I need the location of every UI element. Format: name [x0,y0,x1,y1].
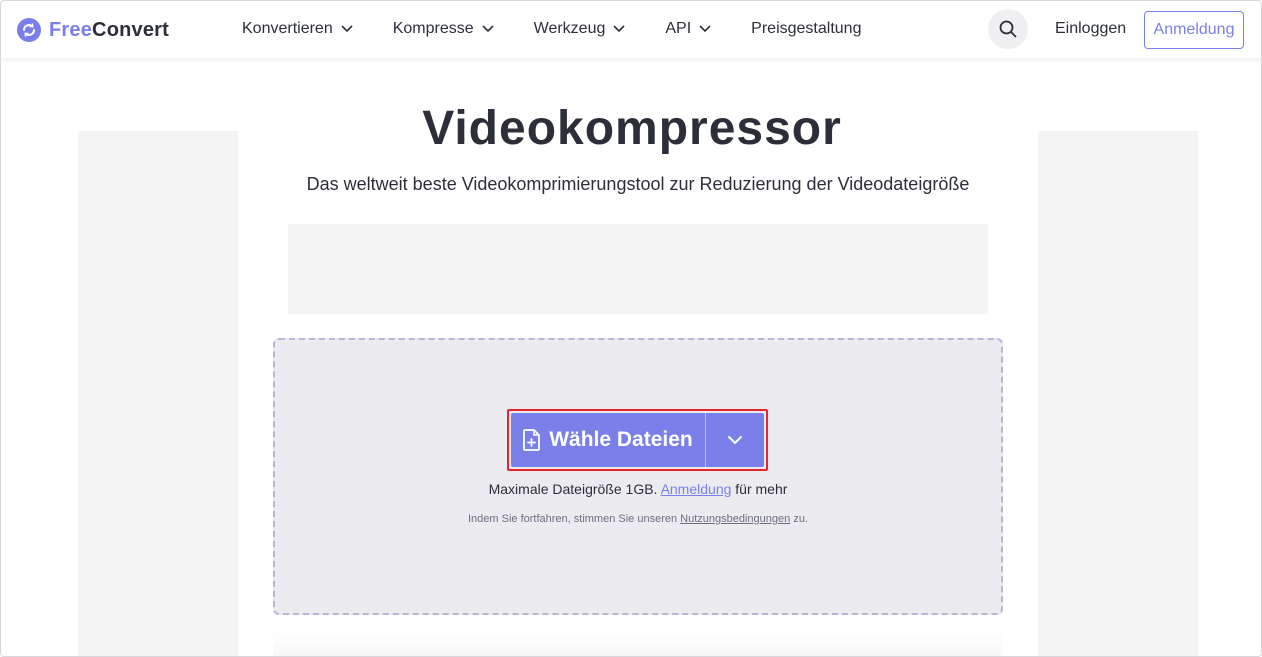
file-dropzone[interactable] [273,338,1003,615]
left-ad-area [78,131,238,656]
nav-item-label: API [665,20,692,37]
terms-link[interactable]: Nutzungsbedingungen [680,513,790,525]
nav-item-preisgestaltung[interactable]: Preisgestaltung [751,19,861,39]
nav-item-label: Kompresse [392,20,474,37]
chevron-down-icon [699,25,711,33]
nav-item-kompresse[interactable]: Kompresse [393,19,494,39]
signup-button[interactable]: Anmeldung [1144,11,1244,49]
choose-files-highlight: Wähle Dateien [507,409,768,471]
nav-item-label: Werkzeug [533,20,606,37]
nav-item-konvertieren[interactable]: Konvertieren [242,19,353,39]
choose-files-label: Wähle Dateien [549,428,693,451]
terms-note: Indem Sie fortfahren, stimmen Sie unsere… [1,513,1261,525]
nav-item-label: Preisgestaltung [751,20,862,37]
chevron-down-icon [613,25,625,33]
right-ad-area [1038,131,1198,656]
main-nav: Konvertieren Kompresse Werkzeug API Prei… [242,19,901,39]
terms-suffix: zu. [793,513,808,525]
search-icon [999,20,1017,38]
page-subtitle: Das weltweit beste Videokomprimierungsto… [306,174,970,194]
max-file-size-note: Maximale Dateigröße 1GB. Anmeldung für m… [1,481,1261,497]
max-size-text: Maximale Dateigröße 1GB. [488,481,658,497]
top-navigation-bar: FreeConvert Konvertieren Kompresse Werkz… [1,1,1261,58]
nav-item-label: Konvertieren [242,20,333,37]
upload-source-dropdown[interactable] [706,413,764,467]
ad-banner-placeholder [288,224,988,314]
terms-text: Indem Sie fortfahren, stimmen Sie unsere… [467,513,678,525]
choose-files-button[interactable]: Wähle Dateien [511,413,705,467]
page-title: Videokompressor [422,102,842,155]
logo-wordmark: FreeConvert [49,18,170,41]
next-section-edge [273,631,1003,656]
chevron-down-icon [728,436,742,445]
browser-viewport: FreeConvert Konvertieren Kompresse Werkz… [0,0,1262,657]
chevron-down-icon [482,25,494,33]
login-link[interactable]: Einloggen [1055,20,1126,38]
chevron-down-icon [341,25,353,33]
nav-item-werkzeug[interactable]: Werkzeug [534,19,626,39]
max-size-suffix: für mehr [735,481,788,497]
search-button[interactable] [988,9,1028,49]
add-file-icon [523,429,541,451]
signup-link[interactable]: Anmeldung [661,481,732,497]
logo-refresh-icon [17,18,41,42]
nav-item-api[interactable]: API [665,19,711,39]
freeconvert-logo[interactable]: FreeConvert [17,17,169,43]
choose-files-button-group: Wähle Dateien [511,413,764,467]
